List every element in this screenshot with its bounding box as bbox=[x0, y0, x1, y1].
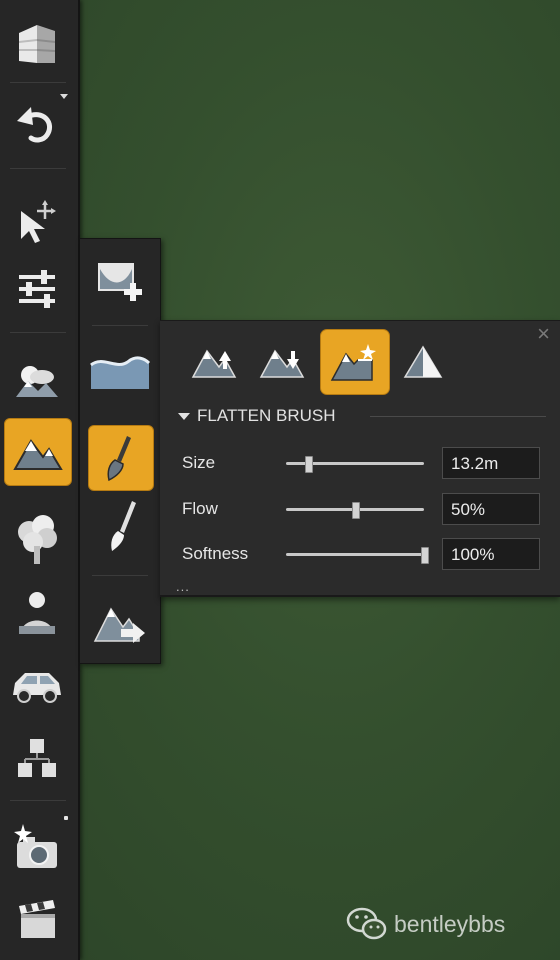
tree-icon[interactable] bbox=[4, 506, 70, 572]
dropdown-indicator-icon bbox=[60, 94, 68, 99]
paint-brush-icon[interactable] bbox=[88, 495, 152, 559]
person-icon[interactable] bbox=[4, 580, 70, 646]
softness-value-field[interactable]: 100% bbox=[442, 538, 540, 570]
car-icon[interactable] bbox=[4, 652, 70, 718]
param-row-size: Size 13.2m bbox=[180, 447, 548, 479]
main-toolbar bbox=[0, 0, 80, 960]
smooth-icon[interactable] bbox=[390, 329, 458, 393]
sky-icon[interactable] bbox=[4, 348, 70, 414]
terrain-icon[interactable] bbox=[4, 418, 72, 486]
watermark-text: bentleybbs bbox=[394, 910, 506, 937]
terrain-export-icon[interactable] bbox=[88, 591, 152, 655]
undo-icon[interactable] bbox=[4, 92, 70, 158]
watermark: bentleybbs bbox=[346, 906, 505, 942]
wechat-icon bbox=[346, 907, 387, 940]
param-row-softness: Softness 100% bbox=[180, 538, 548, 570]
collapse-caret-icon[interactable] bbox=[178, 412, 190, 420]
cubes-icon[interactable] bbox=[4, 726, 70, 792]
flow-slider[interactable] bbox=[286, 502, 424, 519]
brush-icon[interactable] bbox=[88, 425, 154, 491]
section-header[interactable]: FLATTEN BRUSH bbox=[178, 405, 336, 427]
options-dot-icon bbox=[64, 816, 68, 820]
param-row-flow: Flow 50% bbox=[180, 493, 548, 525]
sliders-icon[interactable] bbox=[4, 256, 70, 322]
size-value-field[interactable]: 13.2m bbox=[442, 447, 540, 479]
slider-thumb[interactable] bbox=[421, 547, 429, 564]
close-icon[interactable]: × bbox=[537, 323, 550, 345]
building-icon[interactable] bbox=[4, 12, 70, 78]
add-terrain-icon[interactable] bbox=[88, 249, 152, 313]
param-label: Softness bbox=[182, 544, 249, 563]
param-label: Size bbox=[182, 453, 216, 472]
clapperboard-icon[interactable] bbox=[4, 886, 70, 952]
flatten-brush-panel: × FLATTEN BRUSH Size 13.2m Flow 50% Soft… bbox=[160, 320, 560, 597]
softness-slider[interactable] bbox=[286, 547, 429, 564]
section-title: FLATTEN BRUSH bbox=[197, 406, 336, 425]
more-options-button[interactable]: ... bbox=[176, 580, 190, 593]
param-label: Flow bbox=[182, 499, 218, 518]
raise-icon[interactable] bbox=[180, 329, 248, 393]
water-icon[interactable] bbox=[88, 339, 152, 403]
flatten-icon[interactable] bbox=[320, 329, 390, 395]
terrain-sub-palette bbox=[80, 238, 161, 664]
lower-icon[interactable] bbox=[248, 329, 316, 393]
slider-thumb[interactable] bbox=[352, 502, 360, 519]
select-move-icon[interactable] bbox=[4, 190, 70, 256]
slider-thumb[interactable] bbox=[305, 456, 314, 473]
flow-value-field[interactable]: 50% bbox=[442, 493, 540, 525]
camera-icon[interactable] bbox=[4, 814, 70, 880]
section-divider bbox=[370, 416, 546, 417]
size-slider[interactable] bbox=[286, 456, 424, 473]
